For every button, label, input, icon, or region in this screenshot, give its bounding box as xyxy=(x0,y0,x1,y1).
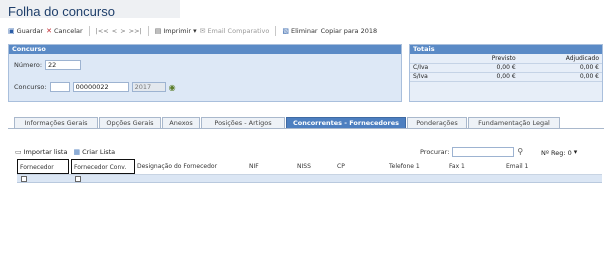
fornecedor-checkbox[interactable] xyxy=(21,176,27,182)
totais-panel: Totais Previsto Adjudicado C/Iva 0,00 € … xyxy=(409,44,603,102)
toolbar-separator xyxy=(147,26,149,36)
column-nif[interactable]: NIF xyxy=(247,159,295,174)
grid-empty-area xyxy=(17,183,602,273)
page-title: Folha do concurso xyxy=(8,4,115,19)
totais-header-row: Previsto Adjudicado xyxy=(410,54,602,64)
import-icon: ▭ xyxy=(15,147,22,156)
totais-previsto-value: 0,00 € xyxy=(455,63,519,73)
tab-strip: Informações Gerais Opções Gerais Anexos … xyxy=(14,117,561,128)
column-fornecedor[interactable]: Fornecedor xyxy=(17,159,69,174)
cancel-button[interactable]: ✕ Cancelar xyxy=(46,27,83,35)
record-count-label: Nº Reg: 0 xyxy=(541,149,572,157)
next-record-button[interactable]: > xyxy=(120,27,125,35)
totais-col-label xyxy=(410,54,456,64)
search-input[interactable] xyxy=(452,147,515,157)
totais-col-adjudicado: Adjudicado xyxy=(518,54,602,64)
email-comparativo-button[interactable]: ✉ Email Comparativo xyxy=(200,27,270,35)
concurso-panel: Concurso Número: 22 Concurso: 00000022 2… xyxy=(8,44,402,102)
column-designacao[interactable]: Designação do Fornecedor xyxy=(135,159,247,174)
first-record-button[interactable]: |<< xyxy=(96,27,109,35)
column-fornecedor-conv[interactable]: Fornecedor Conv. xyxy=(71,159,135,174)
totais-previsto-value: 0,00 € xyxy=(455,72,519,82)
fornecedor-conv-checkbox[interactable] xyxy=(75,176,81,182)
tab-posicoes-artigos[interactable]: Posições - Artigos xyxy=(201,117,285,128)
chevron-down-icon[interactable]: ▾ xyxy=(574,149,578,157)
email-icon: ✉ xyxy=(199,26,206,35)
concurso-number-field[interactable]: 00000022 xyxy=(72,82,129,92)
column-fax[interactable]: Fax 1 xyxy=(447,159,504,174)
list-toolbar: ▭ Importar lista ▦ Criar Lista xyxy=(15,148,115,156)
binoculars-icon[interactable]: ⚲ xyxy=(517,148,523,156)
importar-lista-button[interactable]: ▭ Importar lista xyxy=(15,148,67,156)
tab-fundamentacao-legal[interactable]: Fundamentação Legal xyxy=(468,117,560,128)
toolbar: ▣ Guardar ✕ Cancelar |<< < > >>| ▤ Impri… xyxy=(8,25,377,37)
new-list-icon: ▦ xyxy=(73,147,81,156)
fornecedor-conv-cell xyxy=(71,175,135,183)
tab-ponderacoes[interactable]: Ponderações xyxy=(407,117,467,128)
last-record-button[interactable]: >>| xyxy=(129,27,142,35)
fornecedores-grid: Fornecedor Fornecedor Conv. Designação d… xyxy=(17,159,602,273)
concurso-label: Concurso: xyxy=(14,83,47,91)
totais-row: S/Iva 0,00 € 0,00 € xyxy=(410,72,602,82)
totais-col-previsto: Previsto xyxy=(455,54,519,64)
column-cp[interactable]: CP xyxy=(335,159,387,174)
email-label: Email Comparativo xyxy=(207,27,270,35)
save-label: Guardar xyxy=(16,27,44,35)
numero-row: Número: 22 xyxy=(14,60,82,70)
printer-icon: ▤ xyxy=(154,26,162,35)
tab-informacoes-gerais[interactable]: Informações Gerais xyxy=(14,117,98,128)
totais-row-label: C/Iva xyxy=(410,63,456,73)
totais-adjudicado-value: 0,00 € xyxy=(518,63,602,73)
concurso-code-field[interactable] xyxy=(49,82,70,92)
table-row[interactable] xyxy=(17,175,602,183)
save-button[interactable]: ▣ Guardar xyxy=(8,27,43,35)
tab-anexos[interactable]: Anexos xyxy=(162,117,200,128)
cancel-label: Cancelar xyxy=(53,27,83,35)
grid-header: Fornecedor Fornecedor Conv. Designação d… xyxy=(17,159,602,175)
criar-lista-label: Criar Lista xyxy=(82,148,116,156)
numero-field[interactable]: 22 xyxy=(45,60,82,70)
delete-label: Eliminar xyxy=(290,27,318,35)
eye-icon[interactable]: ◉ xyxy=(169,83,176,92)
column-telefone[interactable]: Telefone 1 xyxy=(387,159,447,174)
column-niss[interactable]: NISS xyxy=(295,159,335,174)
totais-row: C/Iva 0,00 € 0,00 € xyxy=(410,63,602,73)
numero-label: Número: xyxy=(14,61,43,69)
tab-opcoes-gerais[interactable]: Opções Gerais xyxy=(99,117,161,128)
tab-concorrentes-fornecedores[interactable]: Concorrentes - Fornecedores xyxy=(286,117,406,128)
concurso-row: Concurso: 00000022 2017 ◉ xyxy=(14,82,176,92)
save-icon: ▣ xyxy=(8,26,15,35)
totais-row-label: S/Iva xyxy=(410,72,456,82)
search-label: Procurar: xyxy=(420,148,450,156)
search-group: Procurar: ⚲ xyxy=(420,147,523,157)
fornecedor-cell xyxy=(17,175,71,183)
totais-adjudicado-value: 0,00 € xyxy=(518,72,602,82)
column-email[interactable]: Email 1 xyxy=(504,159,574,174)
toolbar-separator xyxy=(88,26,90,36)
totais-table: Previsto Adjudicado C/Iva 0,00 € 0,00 € … xyxy=(410,54,602,82)
prev-record-button[interactable]: < xyxy=(112,27,117,35)
print-label: Imprimir xyxy=(163,27,192,35)
close-icon: ✕ xyxy=(46,26,52,35)
criar-lista-button[interactable]: ▦ Criar Lista xyxy=(73,148,115,156)
toolbar-separator xyxy=(275,26,277,36)
importar-lista-label: Importar lista xyxy=(23,148,68,156)
delete-icon: ▧ xyxy=(282,26,289,35)
copy-button[interactable]: Copiar para 2018 xyxy=(321,27,378,35)
chevron-down-icon: ▾ xyxy=(193,26,197,35)
record-count: Nº Reg: 0 ▾ xyxy=(541,149,578,158)
print-button[interactable]: ▤ Imprimir ▾ xyxy=(155,27,197,35)
concurso-year-field: 2017 xyxy=(131,82,166,92)
totais-header: Totais xyxy=(410,45,602,54)
concurso-header: Concurso xyxy=(9,45,401,54)
delete-button[interactable]: ▧ Eliminar xyxy=(282,27,317,35)
